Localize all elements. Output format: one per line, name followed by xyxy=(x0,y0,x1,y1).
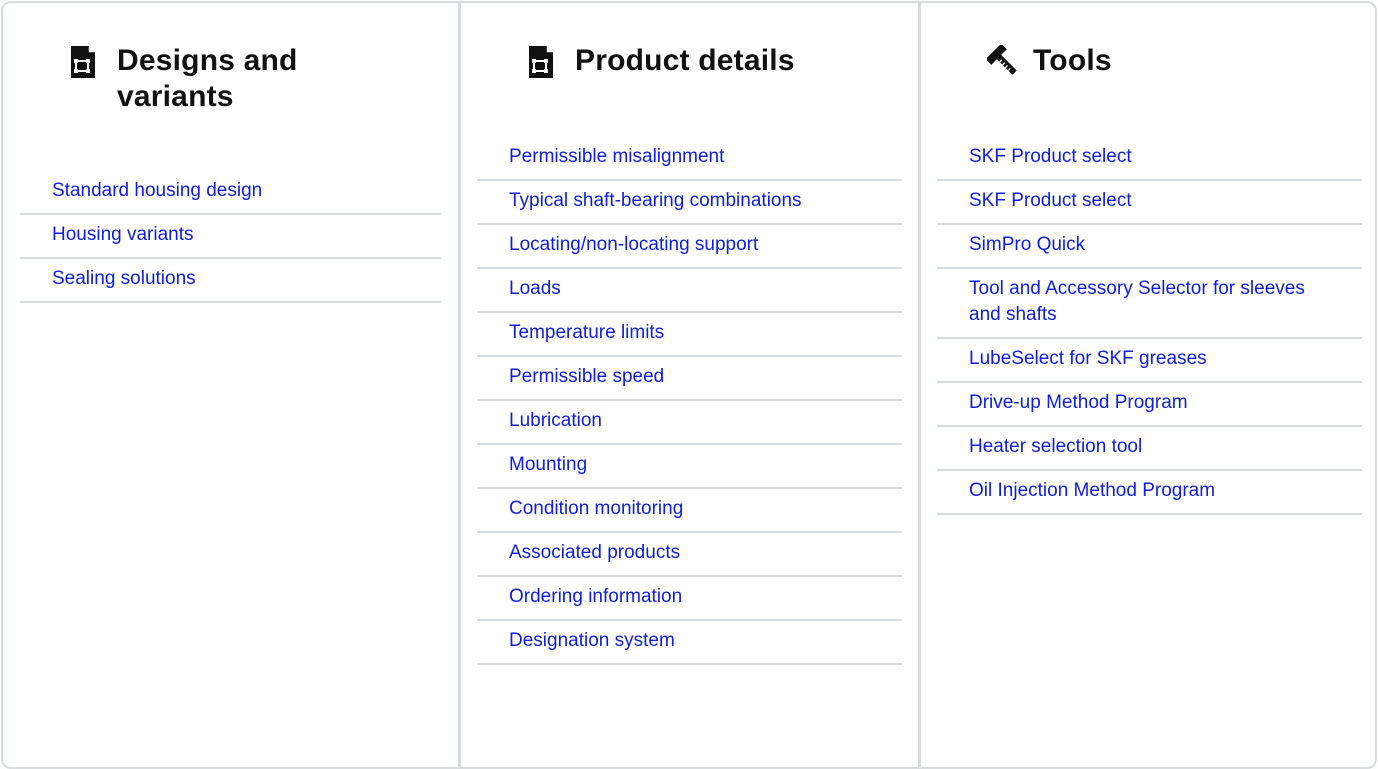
list-item: Lubrication xyxy=(477,401,902,445)
list-item: Ordering information xyxy=(477,577,902,621)
link-tool-and-accessory-selector[interactable]: Tool and Accessory Selector for sleeves … xyxy=(969,276,1330,328)
column-title: Tools xyxy=(1033,44,1112,77)
hammer-ruler-icon xyxy=(987,45,1017,75)
list-item: Oil Injection Method Program xyxy=(937,471,1362,515)
list-item: Drive-up Method Program xyxy=(937,383,1362,427)
list-item: Housing variants xyxy=(20,215,441,259)
list-item: SimPro Quick xyxy=(937,225,1362,269)
link-standard-housing-design[interactable]: Standard housing design xyxy=(52,178,409,204)
link-typical-shaft-bearing-combinations[interactable]: Typical shaft-bearing combinations xyxy=(509,188,870,214)
product-details-link-list: Permissible misalignment Typical shaft-b… xyxy=(477,137,902,665)
document-drawing-icon xyxy=(529,46,553,78)
list-item: Temperature limits xyxy=(477,313,902,357)
column-title: Designs and variants xyxy=(117,44,298,113)
list-item: Condition monitoring xyxy=(477,489,902,533)
link-permissible-misalignment[interactable]: Permissible misalignment xyxy=(509,144,870,170)
list-item: Standard housing design xyxy=(20,171,441,215)
link-condition-monitoring[interactable]: Condition monitoring xyxy=(509,496,870,522)
list-item: Associated products xyxy=(477,533,902,577)
list-item: Sealing solutions xyxy=(20,259,441,303)
list-item: Typical shaft-bearing combinations xyxy=(477,181,902,225)
product-details-heading: Product details xyxy=(527,43,887,79)
link-temperature-limits[interactable]: Temperature limits xyxy=(509,320,870,346)
link-skf-product-select-2[interactable]: SKF Product select xyxy=(969,188,1330,214)
links-panel: Designs and variants Standard housing de… xyxy=(1,1,1377,769)
list-item: Mounting xyxy=(477,445,902,489)
link-loads[interactable]: Loads xyxy=(509,276,870,302)
link-skf-product-select[interactable]: SKF Product select xyxy=(969,144,1330,170)
list-item: Locating/non-locating support xyxy=(477,225,902,269)
link-permissible-speed[interactable]: Permissible speed xyxy=(509,364,870,390)
link-ordering-information[interactable]: Ordering information xyxy=(509,584,870,610)
link-heater-selection-tool[interactable]: Heater selection tool xyxy=(969,434,1330,460)
tools-heading: Tools xyxy=(987,43,1347,79)
designs-link-list: Standard housing design Housing variants… xyxy=(20,171,441,303)
tools-link-list: SKF Product select SKF Product select Si… xyxy=(937,137,1362,515)
list-item: Designation system xyxy=(477,621,902,665)
link-housing-variants[interactable]: Housing variants xyxy=(52,222,409,248)
list-item: Heater selection tool xyxy=(937,427,1362,471)
designs-and-variants-heading: Designs and variants xyxy=(69,43,389,115)
link-lubrication[interactable]: Lubrication xyxy=(509,408,870,434)
product-details-column: Product details Permissible misalignment… xyxy=(461,3,919,767)
tools-column: Tools SKF Product select SKF Product sel… xyxy=(921,3,1375,767)
list-item: LubeSelect for SKF greases xyxy=(937,339,1362,383)
list-item: SKF Product select xyxy=(937,181,1362,225)
link-lubeselect[interactable]: LubeSelect for SKF greases xyxy=(969,346,1330,372)
link-drive-up-method-program[interactable]: Drive-up Method Program xyxy=(969,390,1330,416)
list-item: Tool and Accessory Selector for sleeves … xyxy=(937,269,1362,339)
link-locating-non-locating-support[interactable]: Locating/non-locating support xyxy=(509,232,870,258)
link-associated-products[interactable]: Associated products xyxy=(509,540,870,566)
link-sealing-solutions[interactable]: Sealing solutions xyxy=(52,266,409,292)
document-drawing-icon xyxy=(71,46,95,78)
designs-and-variants-column: Designs and variants Standard housing de… xyxy=(3,3,458,767)
list-item: SKF Product select xyxy=(937,137,1362,181)
link-mounting[interactable]: Mounting xyxy=(509,452,870,478)
link-simpro-quick[interactable]: SimPro Quick xyxy=(969,232,1330,258)
list-item: Loads xyxy=(477,269,902,313)
column-title: Product details xyxy=(575,44,795,77)
link-designation-system[interactable]: Designation system xyxy=(509,628,870,654)
list-item: Permissible misalignment xyxy=(477,137,902,181)
list-item: Permissible speed xyxy=(477,357,902,401)
link-oil-injection-method-program[interactable]: Oil Injection Method Program xyxy=(969,478,1330,504)
